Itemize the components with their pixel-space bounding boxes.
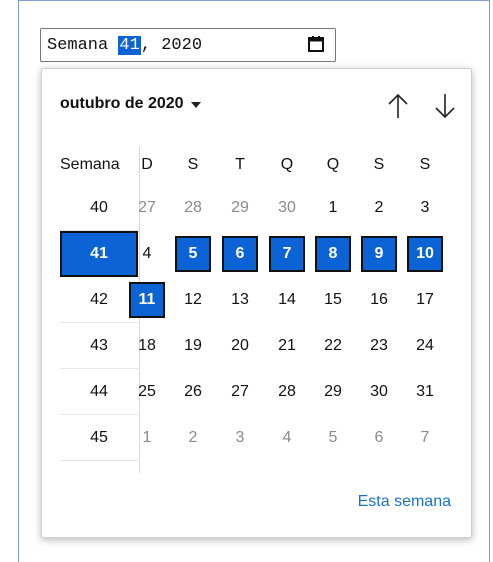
day-cell[interactable]: 20 <box>222 328 258 364</box>
day-cell[interactable]: 29 <box>222 190 258 226</box>
day-cell[interactable]: 25 <box>129 374 165 410</box>
week-number-segment[interactable]: 41 <box>118 36 141 55</box>
day-cell[interactable]: 28 <box>269 374 305 410</box>
day-cell[interactable]: 14 <box>269 282 305 318</box>
day-cell[interactable]: 8 <box>315 236 351 272</box>
day-cell[interactable]: 5 <box>175 236 211 272</box>
caret-down-icon <box>190 102 201 108</box>
day-cell[interactable]: 9 <box>361 236 397 272</box>
week-prefix: Semana <box>47 36 119 55</box>
day-cell[interactable]: 6 <box>361 420 397 456</box>
day-cell[interactable]: 30 <box>269 190 305 226</box>
day-cell[interactable]: 12 <box>175 282 211 318</box>
week-number-cell[interactable]: 42 <box>60 277 138 323</box>
day-cell[interactable]: 7 <box>407 420 443 456</box>
weekday-header: S <box>373 156 385 173</box>
weekday-header: Q <box>326 156 340 173</box>
year-segment[interactable]: , 2020 <box>141 36 202 55</box>
day-cell[interactable]: 5 <box>315 420 351 456</box>
day-cell[interactable]: 13 <box>222 282 258 318</box>
day-cell[interactable]: 4 <box>269 420 305 456</box>
day-cell[interactable]: 27 <box>129 190 165 226</box>
week-number-cell[interactable]: 40 <box>60 185 138 231</box>
day-cell[interactable]: 7 <box>269 236 305 272</box>
weekday-header: T <box>235 156 245 173</box>
month-year-label: outubro de 2020 <box>60 95 184 112</box>
week-number-cell[interactable]: 45 <box>60 415 138 461</box>
day-cell[interactable]: 3 <box>222 420 258 456</box>
month-year-dropdown[interactable]: outubro de 2020 <box>60 95 201 113</box>
day-cell[interactable]: 1 <box>129 420 165 456</box>
day-cell[interactable]: 2 <box>361 190 397 226</box>
week-number-cell[interactable]: 44 <box>60 369 138 415</box>
week-picker-popup: outubro de 2020 Semana D S T Q Q S S 40 27 28 29 30… <box>41 68 472 538</box>
calendar-icon[interactable] <box>307 35 325 53</box>
weekday-header: Q <box>280 156 294 173</box>
day-cell[interactable]: 17 <box>407 282 443 318</box>
day-cell[interactable]: 31 <box>407 374 443 410</box>
day-cell[interactable]: 11 <box>129 282 165 318</box>
week-number-cell[interactable]: 43 <box>60 323 138 369</box>
day-cell[interactable]: 1 <box>315 190 351 226</box>
day-cell[interactable]: 29 <box>315 374 351 410</box>
weekday-header: D <box>141 156 153 173</box>
day-cell[interactable]: 30 <box>361 374 397 410</box>
weekday-header: S <box>187 156 199 173</box>
week-number-cell[interactable]: 41 <box>60 231 138 277</box>
day-cell[interactable]: 24 <box>407 328 443 364</box>
week-input-value[interactable]: Semana 41, 2020 <box>47 36 202 56</box>
weekday-header: S <box>419 156 431 173</box>
week-input[interactable]: Semana 41, 2020 <box>40 28 336 62</box>
arrow-up-icon[interactable] <box>385 91 411 121</box>
day-cell[interactable]: 19 <box>175 328 211 364</box>
day-cell[interactable]: 18 <box>129 328 165 364</box>
day-cell[interactable]: 4 <box>129 236 165 272</box>
week-column-header: Semana <box>60 156 120 173</box>
day-cell[interactable]: 21 <box>269 328 305 364</box>
day-cell[interactable]: 6 <box>222 236 258 272</box>
day-cell[interactable]: 15 <box>315 282 351 318</box>
day-cell[interactable]: 27 <box>222 374 258 410</box>
day-cell[interactable]: 16 <box>361 282 397 318</box>
arrow-down-icon[interactable] <box>432 91 458 121</box>
day-cell[interactable]: 3 <box>407 190 443 226</box>
this-week-link[interactable]: Esta semana <box>358 493 451 511</box>
day-cell[interactable]: 28 <box>175 190 211 226</box>
day-cell[interactable]: 22 <box>315 328 351 364</box>
day-cell[interactable]: 10 <box>407 236 443 272</box>
day-cell[interactable]: 23 <box>361 328 397 364</box>
day-cell[interactable]: 2 <box>175 420 211 456</box>
day-cell[interactable]: 26 <box>175 374 211 410</box>
